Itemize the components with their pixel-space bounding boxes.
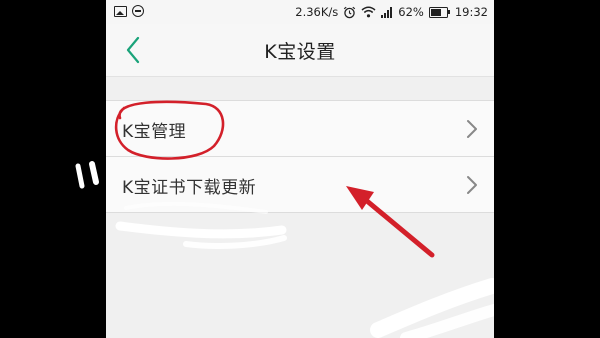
- list-item-label: K宝管理: [122, 122, 187, 142]
- list-item-label: K宝证书下载更新: [122, 178, 257, 198]
- wifi-icon: [361, 6, 376, 18]
- app-header: K宝设置: [106, 24, 494, 77]
- white-scribble-left: [75, 161, 99, 189]
- battery-percent: 62%: [398, 5, 424, 19]
- signal-icon: [381, 6, 393, 18]
- page-title: K宝设置: [264, 41, 336, 63]
- net-speed: 2.36K/s: [295, 5, 339, 19]
- alarm-icon: [344, 6, 356, 18]
- do-not-disturb-icon: [132, 5, 144, 17]
- chevron-right-icon: [467, 120, 477, 138]
- white-smudge-mark: [400, 304, 494, 338]
- battery-icon: [428, 6, 450, 18]
- white-smudge-mark: [115, 221, 287, 239]
- settings-list: K宝管理 K宝证书下载更新: [106, 100, 494, 213]
- white-smudge-mark: [183, 235, 287, 249]
- status-bar: 2.36K/s 62% 19:32: [106, 0, 494, 24]
- clock-time: 19:32: [454, 5, 488, 19]
- status-bar-left: [114, 5, 144, 17]
- status-bar-right: 2.36K/s 62% 19:32: [295, 4, 488, 20]
- list-item-k-bao-management[interactable]: K宝管理: [106, 101, 494, 157]
- screenshot-stage: 2.36K/s 62% 19:32 K宝设置 K宝管理 K宝证书下载更新: [0, 0, 600, 338]
- white-smudge-mark: [370, 278, 494, 338]
- chevron-right-icon: [467, 176, 477, 194]
- phone-screen: 2.36K/s 62% 19:32 K宝设置 K宝管理 K宝证书下载更新: [106, 0, 494, 338]
- image-icon: [114, 5, 127, 17]
- list-item-certificate-update[interactable]: K宝证书下载更新: [106, 157, 494, 213]
